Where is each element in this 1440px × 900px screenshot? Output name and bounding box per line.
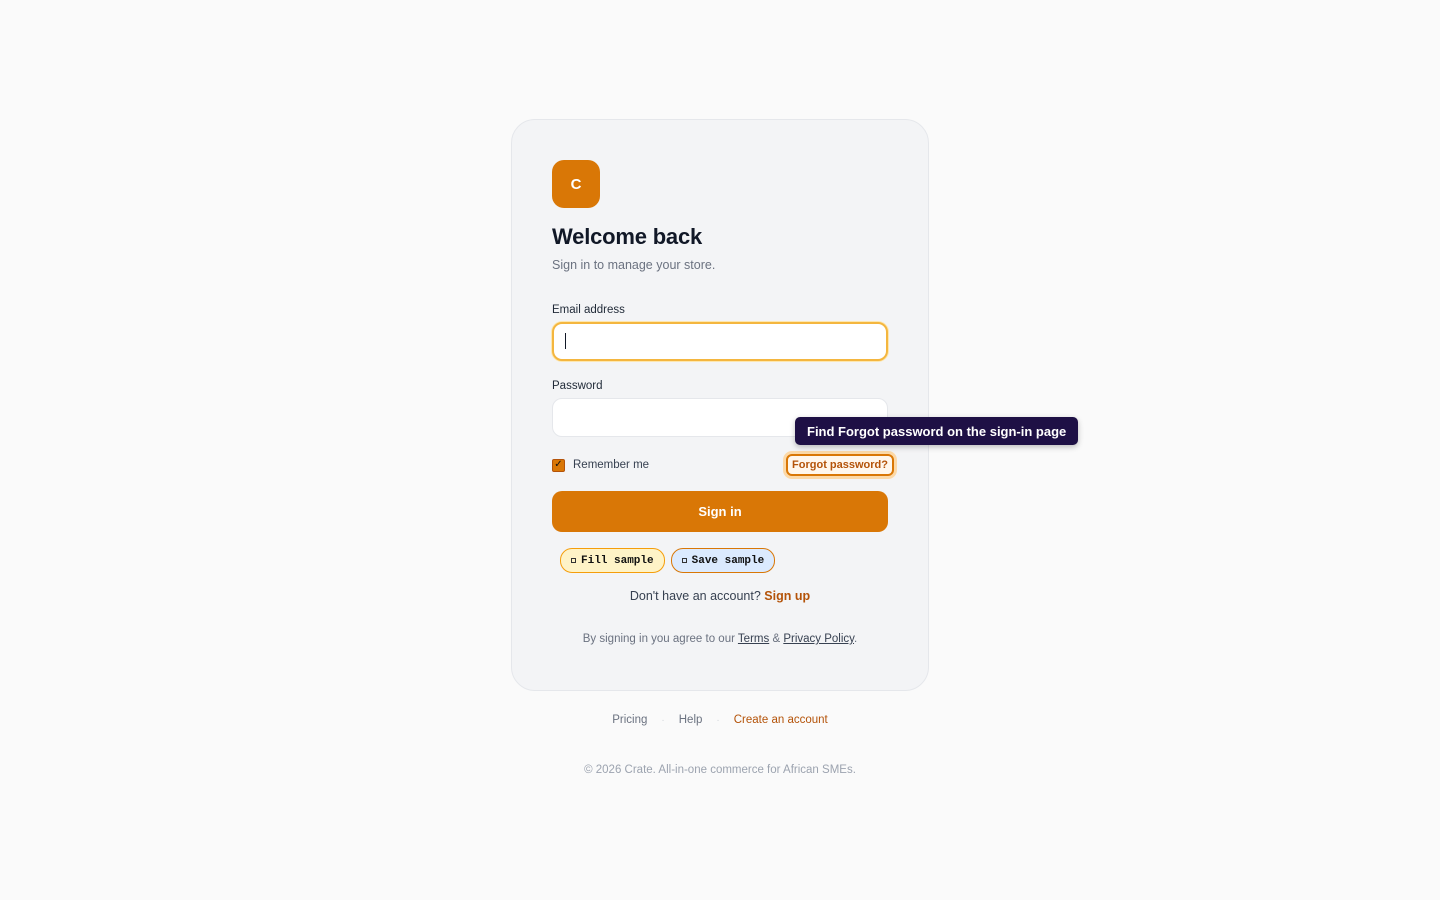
signin-card: C Welcome back Sign in to manage your st… [511, 119, 929, 691]
footer-link-help[interactable]: Help [679, 714, 703, 726]
fill-sample-button[interactable]: Fill sample [560, 548, 665, 573]
forgot-password-link[interactable]: Forgot password? [786, 454, 894, 476]
guide-tooltip: Find Forgot password on the sign-in page [795, 417, 1079, 445]
terms-prefix: By signing in you agree to our [582, 633, 735, 645]
terms-notice: By signing in you agree to our Terms & P… [552, 633, 888, 645]
remember-me[interactable]: ✓ Remember me [552, 458, 650, 472]
footer-separator: · [661, 714, 665, 726]
terms-link[interactable]: Terms [738, 633, 769, 645]
square-icon [681, 558, 687, 563]
footer-nav: Pricing · Help · Create an account [0, 714, 1440, 726]
page-title: Welcome back [552, 224, 703, 249]
email-field[interactable] [552, 322, 888, 361]
signup-prompt-text: Don't have an account? [629, 589, 761, 603]
fill-sample-label: Fill sample [581, 554, 654, 567]
email-field-wrap [552, 322, 888, 361]
email-label: Email address [552, 304, 625, 316]
sign-in-button[interactable]: Sign in [552, 491, 888, 532]
save-sample-button[interactable]: Save sample [670, 548, 776, 573]
password-label: Password [552, 380, 603, 392]
page-subtitle: Sign in to manage your store. [552, 258, 716, 272]
sign-up-link[interactable]: Sign up [764, 589, 810, 603]
signup-prompt: Don't have an account? Sign up [552, 589, 888, 603]
copyright: © 2026 Crate. All-in-one commerce for Af… [584, 764, 856, 776]
footer-link-create-account[interactable]: Create an account [734, 714, 828, 726]
terms-suffix: . [854, 633, 858, 645]
footer-separator: · [716, 714, 720, 726]
remember-checkbox[interactable]: ✓ [552, 458, 565, 472]
options-row: ✓ Remember me Forgot password? [552, 454, 894, 476]
footer-link-pricing[interactable]: Pricing [612, 714, 647, 726]
terms-amp: & [772, 633, 781, 645]
save-sample-label: Save sample [691, 554, 765, 567]
sample-tools: Fill sample Save sample [552, 548, 888, 573]
privacy-policy-link[interactable]: Privacy Policy [783, 633, 854, 645]
square-icon [571, 558, 576, 563]
brand-logo: C [552, 160, 600, 208]
remember-label: Remember me [573, 459, 650, 471]
text-caret [565, 333, 566, 349]
